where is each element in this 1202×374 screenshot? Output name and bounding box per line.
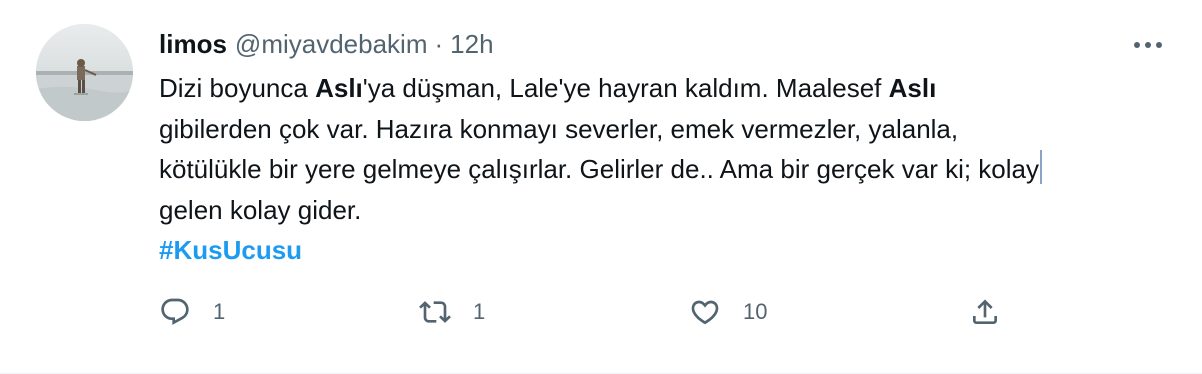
- hashtag-link[interactable]: #KusUcusu: [159, 235, 302, 265]
- retweet-icon: [419, 301, 451, 323]
- retweet-count: 1: [473, 299, 486, 324]
- reply-count: 1: [213, 299, 226, 324]
- tweet-text-line: Dizi boyunca Aslı'ya düşman, Lale'ye hay…: [159, 68, 1184, 109]
- share-button[interactable]: [969, 292, 1001, 332]
- like-count: 10: [743, 299, 768, 324]
- author-name[interactable]: limos: [159, 29, 227, 60]
- reply-button[interactable]: 1: [159, 292, 225, 332]
- tweet-text: Dizi boyunca Aslı'ya düşman, Lale'ye hay…: [159, 68, 1184, 271]
- separator-dot: ·: [434, 28, 444, 59]
- tweet-header: limos @miyavdebakim · 12h: [159, 26, 494, 62]
- avatar[interactable]: [36, 24, 133, 121]
- tweet-text-line: kötülükle bir yere gelmeye çalışırlar. G…: [159, 149, 1184, 190]
- bold-text: Aslı: [315, 73, 363, 103]
- tweet-text-line: #KusUcusu: [159, 230, 1184, 271]
- tweet-text-line: gelen kolay gider.: [159, 194, 362, 225]
- share-icon: [973, 299, 997, 324]
- text-segment: Dizi boyunca: [159, 73, 316, 103]
- like-icon: [691, 300, 719, 325]
- text-segment: kötülükle bir yere gelmeye çalışırlar. G…: [159, 154, 1040, 184]
- bold-text: Aslı: [888, 73, 937, 103]
- action-bar: 1 1 10: [159, 292, 1019, 332]
- like-button[interactable]: 10: [689, 292, 767, 332]
- tweet[interactable]: limos @miyavdebakim · 12h Dizi boyunca A…: [0, 0, 1202, 374]
- reply-icon: [161, 298, 189, 325]
- author-handle[interactable]: @miyavdebakim: [235, 29, 428, 60]
- timestamp[interactable]: 12h: [450, 29, 493, 60]
- retweet-button[interactable]: 1: [419, 292, 485, 332]
- text-cursor: [1040, 150, 1043, 184]
- more-icon: [1134, 42, 1162, 48]
- text-segment: 'ya düşman, Lale'ye hayran kaldım. Maale…: [362, 73, 889, 103]
- more-options-button[interactable]: [1128, 30, 1168, 60]
- avatar-image: [36, 24, 133, 121]
- tweet-text-line: gibilerden çok var. Hazıra konmayı sever…: [159, 113, 959, 144]
